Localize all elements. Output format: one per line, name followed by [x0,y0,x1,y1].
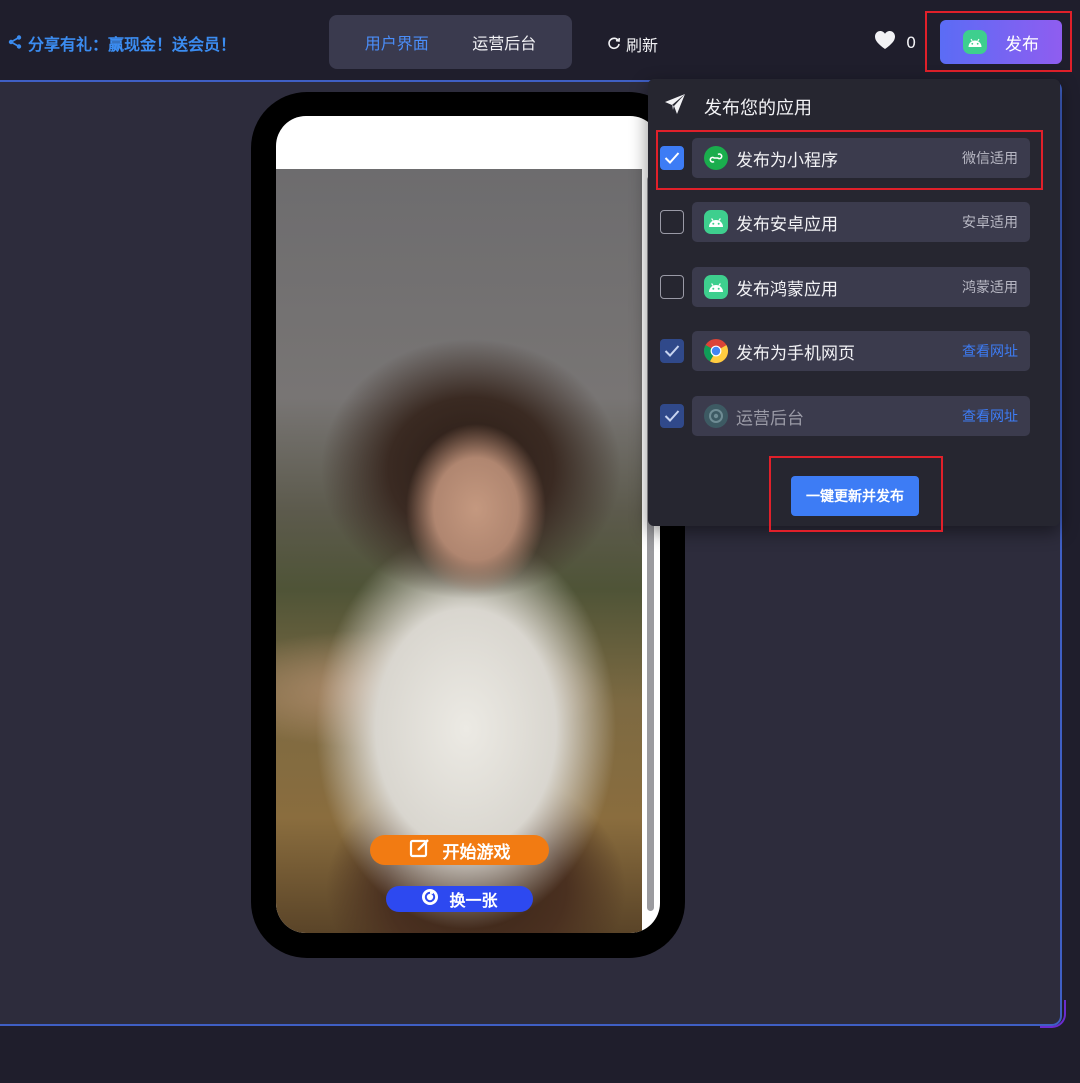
chrome-icon [704,339,728,363]
option-body-android-app[interactable]: 发布安卓应用 安卓适用 [692,202,1030,242]
option-tag: 安卓适用 [962,215,1018,231]
check-icon [664,345,680,357]
view-url-link[interactable]: 查看网址 [962,406,1018,426]
option-mobile-web: 发布为手机网页 查看网址 [660,331,1030,371]
swap-image-button[interactable]: 换一张 [386,886,533,912]
check-icon [664,410,680,422]
start-game-button[interactable]: 开始游戏 [370,835,549,865]
option-body-harmony-app[interactable]: 发布鸿蒙应用 鸿蒙适用 [692,267,1030,307]
refresh-button[interactable]: 刷新 [607,32,658,56]
publish-button[interactable]: 发布 [940,20,1062,64]
view-tabs: 用户界面 运营后台 [329,15,572,69]
option-label: 运营后台 [736,408,804,429]
option-label: 发布鸿蒙应用 [736,279,838,300]
update-and-publish-button[interactable]: 一键更新并发布 [791,476,919,516]
swap-image-label: 换一张 [449,891,498,910]
workspace-corner [1040,1000,1066,1028]
view-url-link[interactable]: 查看网址 [962,341,1018,361]
option-harmony-app: 发布鸿蒙应用 鸿蒙适用 [660,267,1030,307]
phone-screen: 开始游戏 换一张 [276,116,660,933]
publish-label: 发布 [1005,34,1039,55]
mini-program-highlight-frame [656,130,1043,190]
panel-header: 发布您的应用 [664,93,812,120]
android-icon [704,275,728,299]
checkbox-android-app[interactable] [660,210,684,234]
refresh-icon [607,35,621,54]
android-icon [704,210,728,234]
panel-title: 发布您的应用 [704,97,812,119]
option-body-mobile-web[interactable]: 发布为手机网页 查看网址 [692,331,1030,371]
option-label: 发布安卓应用 [736,214,838,235]
checkbox-operations-backend[interactable] [660,404,684,428]
paper-plane-icon [664,93,686,120]
like-count: 0 [906,32,917,52]
gear-icon [704,404,728,428]
option-tag: 鸿蒙适用 [962,280,1018,296]
option-label: 发布为手机网页 [736,343,855,364]
checkbox-harmony-app[interactable] [660,275,684,299]
option-android-app: 发布安卓应用 安卓适用 [660,202,1030,242]
share-link[interactable]: 分享有礼：赢现金！送会员！ [8,31,236,55]
refresh-label: 刷新 [626,36,659,55]
start-game-label: 开始游戏 [442,842,511,863]
tab-user-interface[interactable]: 用户界面 [365,30,429,54]
phone-preview: 开始游戏 换一张 [251,92,685,958]
tab-operations-backend[interactable]: 运营后台 [472,30,536,54]
share-icon [8,34,22,53]
android-icon [963,30,987,54]
share-text: 分享有礼：赢现金！送会员！ [28,35,237,54]
option-operations-backend: 运营后台 查看网址 [660,396,1030,436]
background-photo [276,169,642,933]
heart-icon[interactable] [874,30,896,54]
option-body-operations-backend[interactable]: 运营后台 查看网址 [692,396,1030,436]
swap-icon [421,888,439,910]
like-box: 0 [874,30,916,54]
checkbox-mobile-web[interactable] [660,339,684,363]
edit-icon [409,837,431,864]
